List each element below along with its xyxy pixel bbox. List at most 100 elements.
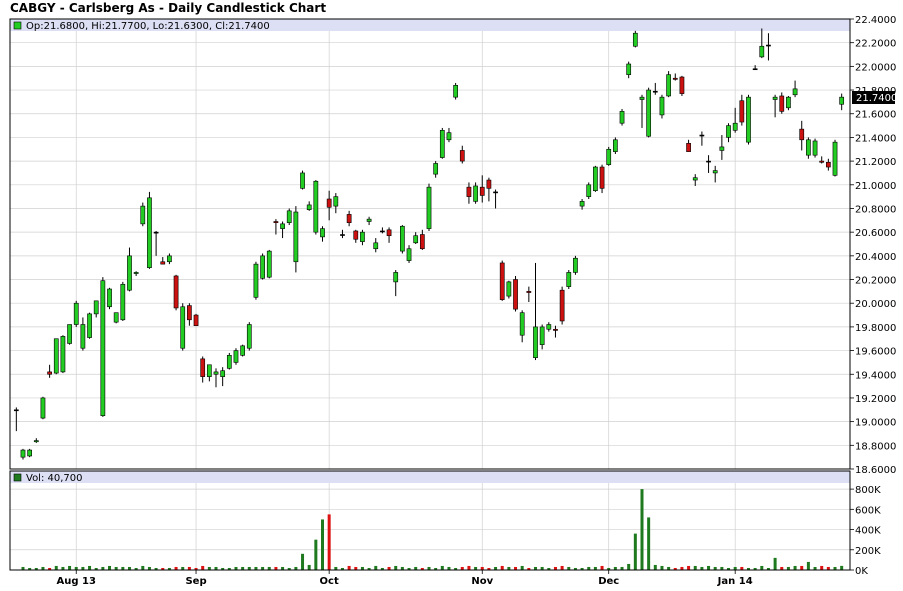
candle-body [559,289,565,322]
candle-body [87,313,92,338]
volume-panel [10,471,850,570]
candle-body [632,32,638,47]
volume-bar [840,565,844,570]
x-tick-label: Oct [320,576,339,587]
candle-body [273,221,279,223]
candle-body [479,186,485,196]
ohlc-legend-swatch [13,21,22,30]
price-tick-label: 19.8000 [855,323,896,334]
candle-body [839,96,845,105]
candle-body [220,370,226,377]
volume-bar [201,565,205,570]
candle-body [147,197,152,268]
candle-body [127,255,132,291]
candle-body [533,326,538,358]
candle-body [173,275,179,309]
candle-body [140,205,146,225]
volume-bar [653,564,657,570]
price-tick-label: 19.6000 [855,347,896,358]
candle-body [459,150,465,162]
candle-body [27,449,33,457]
candle-body [346,214,352,223]
candle-body [67,324,72,344]
candle-body [473,185,478,202]
candle-body [672,77,678,80]
candle-body [732,122,738,131]
candle-body [47,371,52,375]
volume-bar [793,565,797,570]
candle-body [686,143,691,152]
candle-body [333,196,339,207]
candle-body [60,336,66,373]
candle-body [393,272,399,283]
volume-bar [394,565,398,570]
volume-bar [800,565,804,570]
price-tick-label: 18.6000 [855,465,896,476]
candle-body [819,160,825,163]
price-tick-label: 19.0000 [855,418,896,429]
candle-body [486,179,492,189]
candle-body [613,139,618,152]
candle-body [246,324,252,349]
price-tick-label: 21.6000 [855,110,896,121]
candle-body [40,397,46,419]
volume-bar [108,565,112,570]
candle-body [300,172,305,189]
volume-bar [327,514,331,570]
candle-body [699,134,705,137]
candle-body [260,255,265,279]
x-tick-label: Dec [598,576,619,587]
volume-axis: 800K 600K 400K 200K 0K [850,485,881,577]
candle-body [13,409,19,412]
candle-body [806,139,811,156]
candle-body [419,234,425,250]
candle-body [652,90,658,93]
volume-bar [707,565,711,570]
candle-body [606,148,612,165]
x-tick-label: Nov [471,576,493,587]
volume-bar [141,565,145,570]
candle-body [167,255,172,263]
candle-body [240,345,245,356]
vol-tick-label: 200K [855,546,881,557]
candle-body [786,96,791,109]
volume-bar [820,565,824,570]
price-axis: 22.400022.200022.000021.800021.600021.40… [850,15,896,476]
candle-body [160,261,166,265]
volume-bar [374,565,378,570]
candle-body [573,257,578,273]
candle-body [719,146,725,151]
candle-body [20,449,26,458]
volume-bar [520,565,524,570]
vol-tick-label: 800K [855,485,881,496]
price-tick-label: 20.0000 [855,299,896,310]
volume-bar [693,565,697,570]
price-panel [10,19,850,469]
candlestick-chart: CABGY - Carlsberg As - Daily Candlestick… [0,0,903,591]
candle-body [93,300,99,315]
candle-body [712,170,718,174]
volume-bar [88,565,92,570]
candle-body [659,96,665,116]
candle-body [193,314,199,327]
volume-bar [647,517,651,570]
candle-body [360,231,365,242]
candle-body [553,328,558,331]
candle-body [519,312,525,336]
candle-body [433,163,439,175]
candle-body [626,63,632,75]
price-tick-label: 21.4000 [855,133,896,144]
candle-body [759,45,765,58]
x-tick-label: Sep [185,576,206,587]
vol-tick-label: 400K [855,526,881,537]
candle-body [320,228,325,238]
candle-body [426,186,432,229]
candle-body [599,166,605,189]
candle-body [107,288,112,308]
volume-bar [687,565,691,570]
candle-body [133,272,139,274]
candle-body [825,161,831,168]
candle-body [493,191,498,194]
volume-bar [806,561,810,570]
candle-body [439,130,445,158]
